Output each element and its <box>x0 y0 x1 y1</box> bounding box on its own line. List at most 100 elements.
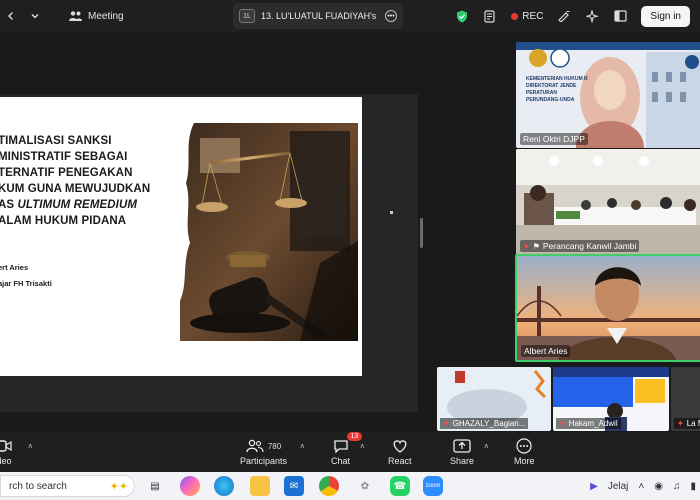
participant-name: Hakam_Adwil <box>568 419 618 428</box>
record-dot-icon <box>511 12 519 20</box>
slide-title-line: TIMALISASI SANKSI <box>0 135 112 147</box>
volume-icon[interactable]: ♫ <box>673 481 681 492</box>
participant-name-label: Reni Oktri DJPP <box>520 133 588 145</box>
background-banner-text: KEMENTERIAN HUKUM R DIREKTORAT JENDE PER… <box>526 76 588 104</box>
annotate-pen-icon[interactable] <box>557 9 571 23</box>
react-button[interactable]: React <box>388 436 412 466</box>
chat-unread-badge: 13 <box>346 432 363 441</box>
chat-bubble-icon: 13 <box>333 432 363 456</box>
share-label: Share <box>450 456 475 466</box>
shield-icon[interactable] <box>455 9 469 23</box>
chevron-up-icon[interactable]: ˄ <box>300 442 305 451</box>
chevron-up-icon[interactable]: ˄ <box>484 442 489 451</box>
share-screen-button[interactable]: Share <box>450 436 474 466</box>
chevron-up-icon[interactable]: ˄ <box>638 481 644 492</box>
mail-app-icon[interactable]: ✉ <box>284 476 304 496</box>
banner-line: PERATURAN <box>526 90 558 96</box>
chat-label: Chat <box>331 456 351 466</box>
edge-browser-icon[interactable] <box>214 476 234 496</box>
participant-thumbnail[interactable]: ✦ GHAZALY_Bagian... <box>437 367 551 431</box>
slide-title-line: KUM GUNA MEWUJUDKAN <box>0 183 151 195</box>
mic-off-icon: ✦ <box>559 419 566 428</box>
chevron-up-icon[interactable]: ˄ <box>28 442 33 451</box>
participant-tile[interactable]: KEMENTERIAN HUKUM R DIREKTORAT JENDE PER… <box>516 42 700 148</box>
slide-title-line: ALAM HUKUM PIDANA <box>0 215 127 227</box>
participant-name: La M <box>686 419 700 428</box>
os-taskbar: rch to search ✦✦ ▤ ✉ ✿ ☎ zoom ▶ Jelaj ˄ … <box>0 472 700 500</box>
zoom-app-icon[interactable]: zoom <box>423 476 443 496</box>
participant-thumbnail[interactable]: ✦ Hakam_Adwil <box>553 367 669 431</box>
more-options-icon[interactable]: ••• <box>385 10 397 22</box>
participant-tile-active-speaker[interactable]: Albert Aries <box>515 254 700 362</box>
participants-button[interactable]: 780 Participants <box>240 436 287 466</box>
chevron-up-icon[interactable]: ˄ <box>360 442 365 451</box>
wifi-icon[interactable]: ◉ <box>654 481 663 492</box>
video-label: ideo <box>0 456 12 466</box>
slide-title-prefix: AS <box>0 199 15 211</box>
mic-off-icon: ✦ <box>523 241 530 251</box>
banner-line: PERUNDANG-UNDA <box>526 97 575 103</box>
meeting-label: Meeting <box>88 10 124 22</box>
media-icon[interactable]: ▶ <box>590 481 598 492</box>
taskbar-search[interactable]: rch to search ✦✦ <box>0 475 135 497</box>
participant-name: Reni Oktri DJPP <box>523 134 585 144</box>
participant-name-label: ✦ Hakam_Adwil <box>556 418 621 429</box>
chevron-down-icon[interactable] <box>28 9 42 23</box>
justice-scales-photo <box>180 123 358 341</box>
participant-name-label: Albert Aries <box>521 345 571 357</box>
heart-icon <box>392 436 408 456</box>
chrome-browser-icon[interactable] <box>319 476 339 496</box>
meeting-stage: TIMALISASI SANKSI MINISTRATIF SEBAGAI TE… <box>0 32 700 432</box>
layout-view-icon[interactable] <box>613 9 627 23</box>
participant-name: Albert Aries <box>524 346 568 356</box>
rec-label: REC <box>522 10 544 22</box>
people-icon <box>68 9 82 23</box>
share-title: 13. LU'LUATUL FUADIYAH's screen <box>261 11 379 21</box>
participants-label: Participants <box>240 456 288 466</box>
video-camera-icon <box>0 436 12 456</box>
jelajah-label[interactable]: Jelaj <box>608 481 629 492</box>
video-button[interactable]: ideo <box>0 436 12 466</box>
shared-screen-tab[interactable]: 1L 13. LU'LUATUL FUADIYAH's screen ••• <box>233 3 403 29</box>
participant-thumbnail[interactable]: ✦ La M <box>671 367 700 431</box>
presentation-slide: TIMALISASI SANKSI MINISTRATIF SEBAGAI TE… <box>0 97 362 376</box>
resize-divider-handle[interactable] <box>420 218 423 248</box>
meeting-controls: ideo ˄ 780 Participants ˄ 13 Chat ˄ Reac… <box>0 432 700 472</box>
participant-tile[interactable]: ✦ ⚑ Perancang Kanwil Jambi <box>516 149 700 255</box>
notes-icon[interactable] <box>483 9 497 23</box>
participant-name: GHAZALY_Bagian... <box>452 419 526 428</box>
slide-title-italic: ULTIMUM REMEDIUM <box>17 199 138 211</box>
mic-off-icon: ✦ <box>677 419 684 428</box>
author-affiliation: ajar FH Trisakti <box>0 279 52 288</box>
chevron-left-icon[interactable] <box>4 9 18 23</box>
slide-author: ert Aries ajar FH Trisakti <box>0 260 52 292</box>
pin-icon: ⚑ <box>532 241 540 251</box>
top-bar: Meeting 1L 13. LU'LUATUL FUADIYAH's scre… <box>0 0 700 32</box>
whatsapp-icon[interactable]: ☎ <box>390 476 410 496</box>
slide-title-line: TERNATIF PENEGAKAN <box>0 167 133 179</box>
file-explorer-icon[interactable] <box>250 476 270 496</box>
copilot-app-icon[interactable] <box>180 476 200 496</box>
banner-line: DIREKTORAT JENDE <box>526 83 577 89</box>
zoom-window: Meeting 1L 13. LU'LUATUL FUADIYAH's scre… <box>0 0 700 500</box>
task-view-icon[interactable]: ▤ <box>145 476 165 496</box>
chat-button[interactable]: 13 Chat <box>331 432 363 466</box>
slide-title: TIMALISASI SANKSI MINISTRATIF SEBAGAI TE… <box>0 133 178 229</box>
sparkle-ai-icon[interactable] <box>585 9 599 23</box>
more-button[interactable]: More <box>514 436 535 466</box>
sign-in-button[interactable]: Sign in <box>641 5 690 27</box>
participants-count: 780 <box>267 441 282 451</box>
meeting-menu[interactable]: Meeting <box>68 9 124 23</box>
participant-name-label: ✦ La M <box>674 418 700 429</box>
participant-name-label: ✦ GHAZALY_Bagian... <box>440 418 529 429</box>
more-label: More <box>514 456 535 466</box>
more-dots-icon <box>516 436 532 456</box>
mic-off-icon: ✦ <box>443 419 450 428</box>
participant-name: Perancang Kanwil Jambi <box>542 241 637 251</box>
slide-title-line-italic: AS ULTIMUM REMEDIUM <box>0 197 178 213</box>
app-icon[interactable]: ✿ <box>355 476 375 496</box>
search-text: rch to search <box>9 480 67 492</box>
system-tray: ▶ Jelaj ˄ ◉ ♫ ▮ <box>590 472 696 500</box>
battery-icon[interactable]: ▮ <box>690 481 696 492</box>
recording-indicator[interactable]: REC <box>511 11 543 22</box>
